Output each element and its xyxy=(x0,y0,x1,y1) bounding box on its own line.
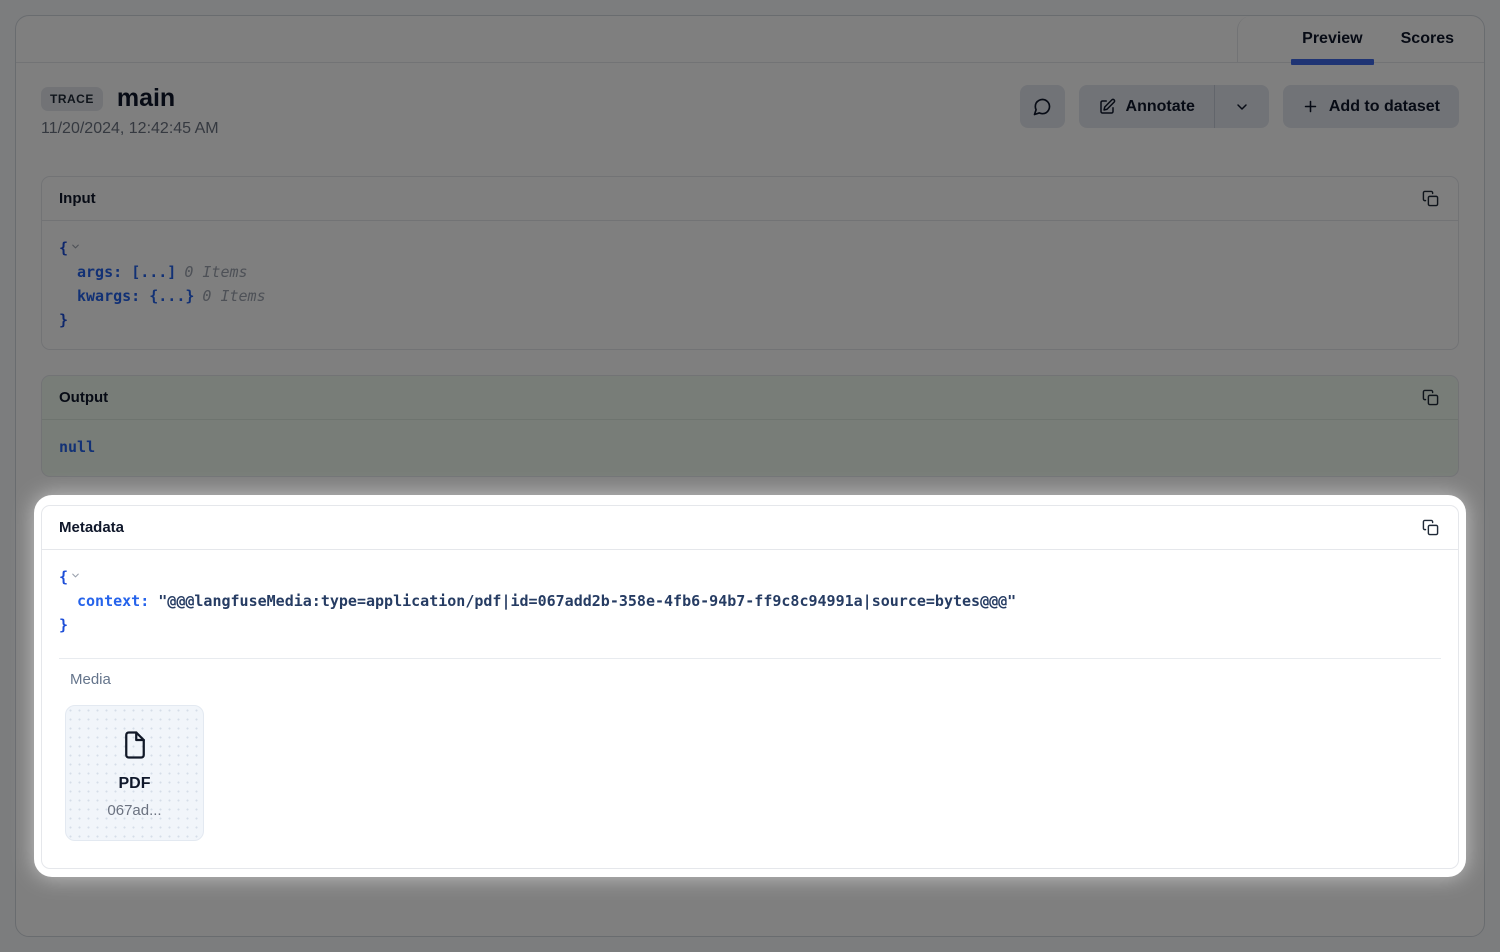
json-open-brace: { xyxy=(59,239,68,257)
json-line: context: "@@@langfuseMedia:type=applicat… xyxy=(59,589,1441,613)
tabs-group: Preview Scores xyxy=(1237,16,1484,62)
trace-header-left: TRACE main 11/20/2024, 12:42:45 AM xyxy=(41,84,219,138)
trace-header: TRACE main 11/20/2024, 12:42:45 AM xyxy=(41,84,1459,138)
output-copy-button[interactable] xyxy=(1420,387,1441,408)
json-key: context: xyxy=(77,592,149,610)
metadata-panel-header: Metadata xyxy=(42,506,1458,550)
json-items-count: 0 Items xyxy=(202,287,265,305)
media-section: Media PDF 067ad... xyxy=(59,658,1441,868)
json-close-brace: } xyxy=(59,311,68,329)
annotate-split-button: Annotate xyxy=(1079,85,1269,128)
add-to-dataset-button[interactable]: Add to dataset xyxy=(1283,85,1459,128)
metadata-copy-button[interactable] xyxy=(1420,517,1441,538)
json-line: } xyxy=(59,308,1441,332)
page-title: main xyxy=(117,84,175,113)
output-panel-header: Output xyxy=(42,376,1458,420)
copy-icon xyxy=(1422,389,1439,406)
trace-type-badge: TRACE xyxy=(41,87,103,111)
json-key: kwargs: xyxy=(77,287,140,305)
json-line: null xyxy=(59,435,1441,459)
media-file-id: 067ad... xyxy=(107,802,161,819)
json-string-value: "@@@langfuseMedia:type=application/pdf|i… xyxy=(158,592,1016,610)
comment-icon xyxy=(1032,97,1052,117)
trace-timestamp: 11/20/2024, 12:42:45 AM xyxy=(41,120,219,138)
trace-title-row: TRACE main xyxy=(41,84,219,113)
json-open-brace: { xyxy=(59,568,68,586)
json-value: {...} xyxy=(149,287,194,305)
media-pdf-card[interactable]: PDF 067ad... xyxy=(65,705,204,841)
metadata-spotlight: Metadata { context: "@@@langfuseMedia:ty… xyxy=(34,495,1466,877)
media-file-type: PDF xyxy=(119,775,151,793)
annotate-dropdown-button[interactable] xyxy=(1215,85,1269,128)
copy-icon xyxy=(1422,190,1439,207)
chevron-down-icon[interactable] xyxy=(68,570,83,581)
plus-icon xyxy=(1302,98,1319,115)
output-panel: Output null xyxy=(41,375,1459,477)
input-copy-button[interactable] xyxy=(1420,188,1441,209)
input-panel: Input { args: [...]0 Items kwargs: {.. xyxy=(41,176,1459,350)
media-section-label: Media xyxy=(59,671,1441,688)
comment-button[interactable] xyxy=(1020,85,1065,128)
tab-scores[interactable]: Scores xyxy=(1401,16,1454,62)
metadata-panel: Metadata { context: "@@@langfuseMedia:ty… xyxy=(41,505,1459,869)
chevron-down-icon xyxy=(1234,99,1250,115)
edit-icon xyxy=(1098,98,1116,116)
output-json-viewer: null xyxy=(42,420,1458,476)
trace-content: TRACE main 11/20/2024, 12:42:45 AM xyxy=(16,84,1484,877)
json-line: kwargs: {...} 0 Items xyxy=(59,284,1441,308)
json-null-value: null xyxy=(59,438,95,456)
json-value: [...] xyxy=(131,263,176,281)
input-panel-header: Input xyxy=(42,177,1458,221)
copy-icon xyxy=(1422,519,1439,536)
metadata-panel-title: Metadata xyxy=(59,519,124,536)
json-items-count: 0 Items xyxy=(184,263,247,281)
tab-bar: Preview Scores xyxy=(16,16,1484,63)
json-line: { xyxy=(59,565,1441,589)
add-to-dataset-label: Add to dataset xyxy=(1329,98,1440,116)
chevron-down-icon[interactable] xyxy=(68,241,83,252)
trace-detail-card: Preview Scores TRACE main 11/20/2024, 12… xyxy=(15,15,1485,937)
output-panel-title: Output xyxy=(59,389,108,406)
json-line: args: [...] 0 Items xyxy=(59,260,1441,284)
trace-actions: Annotate Add to dataset xyxy=(1020,85,1459,138)
json-key: args: xyxy=(77,263,122,281)
metadata-json-viewer: { context: "@@@langfuseMedia:type=applic… xyxy=(42,550,1458,658)
input-json-viewer: { args: [...] 0 Items kwargs: {...} 0 Item… xyxy=(42,221,1458,349)
input-panel-title: Input xyxy=(59,190,96,207)
annotate-button[interactable]: Annotate xyxy=(1079,85,1214,128)
file-icon xyxy=(120,728,150,762)
annotate-button-label: Annotate xyxy=(1126,98,1195,116)
json-line: } xyxy=(59,613,1441,637)
json-close-brace: } xyxy=(59,616,68,634)
tab-preview[interactable]: Preview xyxy=(1302,16,1362,62)
json-line: { xyxy=(59,236,1441,260)
